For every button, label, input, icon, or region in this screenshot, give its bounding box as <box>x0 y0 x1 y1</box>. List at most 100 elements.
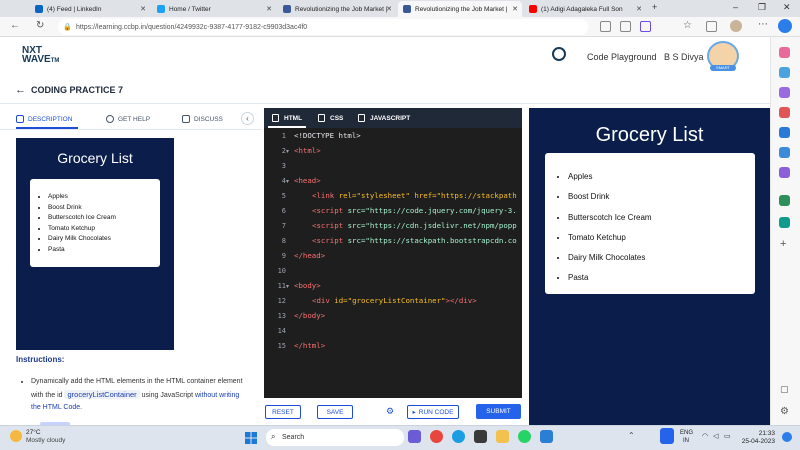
youtube-icon <box>529 5 537 13</box>
split-screen-icon[interactable]: ▢ <box>780 384 789 395</box>
designer-icon[interactable] <box>779 167 790 178</box>
volume-icon[interactable]: ◁ <box>713 432 718 440</box>
fold-icon[interactable]: ▾ <box>286 178 289 185</box>
tab-youtube[interactable]: (1) Adigi Adagaleka Full Son ✕ <box>524 1 646 17</box>
teams-icon[interactable] <box>408 430 421 443</box>
list-item: Apples <box>568 167 652 187</box>
fold-icon[interactable]: ▾ <box>286 148 289 155</box>
edge-icon[interactable] <box>452 430 465 443</box>
tab-description[interactable]: DESCRIPTION <box>16 115 72 123</box>
tab-html[interactable]: HTML <box>272 114 302 122</box>
line-number: 7 <box>281 222 286 230</box>
line-number: 3 <box>281 162 286 170</box>
user-name[interactable]: B S Divya <box>664 52 704 62</box>
submit-button[interactable]: SUBMIT <box>476 404 521 419</box>
tools-icon[interactable] <box>779 67 790 78</box>
notification-icon[interactable] <box>782 432 792 442</box>
language-region[interactable]: IN <box>683 438 689 444</box>
whatsapp-icon[interactable] <box>518 430 531 443</box>
extension-icon[interactable] <box>640 21 651 32</box>
tab-label: Home / Twitter <box>169 5 211 13</box>
tree-icon[interactable] <box>779 195 790 206</box>
tab-job-market-1[interactable]: Revolutionizing the Job Market | ✕ <box>278 1 396 17</box>
url-field[interactable]: https://learning.ccbp.in/question/424993… <box>58 19 588 35</box>
minimize-icon[interactable]: – <box>733 2 738 12</box>
close-icon[interactable]: ✕ <box>140 5 146 13</box>
help-icon <box>106 115 114 123</box>
more-menu-icon[interactable]: ⋯ <box>758 19 768 30</box>
wifi-icon[interactable]: ◠ <box>702 432 708 440</box>
lock-icon[interactable]: 🔒 <box>63 23 72 31</box>
line-number: 4 <box>281 177 286 185</box>
code-line-9: </head> <box>294 251 325 260</box>
close-icon[interactable]: ✕ <box>266 5 272 13</box>
refresh-icon[interactable]: ↻ <box>36 20 44 31</box>
taskbar-search[interactable]: Search <box>266 429 404 446</box>
read-aloud-icon[interactable] <box>600 21 611 32</box>
games-icon[interactable] <box>779 87 790 98</box>
nxtwave-logo[interactable]: NXT WAVETM <box>22 46 59 66</box>
code-text: </html> <box>294 341 326 350</box>
fold-icon[interactable]: ▾ <box>286 283 289 290</box>
bing-icon[interactable] <box>778 19 792 33</box>
tab-twitter[interactable]: Home / Twitter ✕ <box>152 1 276 17</box>
save-button[interactable]: SAVE <box>317 405 353 419</box>
code-text: </head> <box>294 251 326 260</box>
tab-css[interactable]: CSS <box>318 114 343 122</box>
text-size-icon[interactable] <box>620 21 631 32</box>
close-icon[interactable]: ✕ <box>386 5 392 13</box>
collections-icon[interactable] <box>706 21 717 32</box>
code-chip: groceryListContainer <box>64 389 140 399</box>
app-icon[interactable] <box>779 217 790 228</box>
shopping-icon[interactable] <box>779 47 790 58</box>
tab-get-help[interactable]: GET HELP <box>106 115 150 123</box>
office-icon[interactable] <box>779 107 790 118</box>
add-icon[interactable]: + <box>780 238 786 250</box>
back-arrow-icon[interactable]: ← <box>15 84 26 96</box>
battery-icon[interactable]: ▭ <box>724 432 731 440</box>
close-icon[interactable]: ✕ <box>636 5 642 13</box>
code-text: src="https://code.jquery.com/jquery-3. <box>347 206 517 215</box>
settings-gear-icon[interactable]: ⚙ <box>386 406 394 417</box>
tab-javascript[interactable]: JAVASCRIPT <box>358 114 410 122</box>
new-tab-icon[interactable]: + <box>652 2 657 12</box>
language-code[interactable]: ENG <box>680 430 693 436</box>
weather-temp[interactable]: 27°C <box>26 429 41 436</box>
code-editor[interactable] <box>290 128 522 398</box>
clock-time[interactable]: 21:33 <box>737 430 775 437</box>
settings-gear-icon[interactable]: ⚙ <box>780 406 789 417</box>
favorites-star-icon[interactable]: ☆ <box>683 20 692 31</box>
code-line-5: <link rel="stylesheet" href="https://sta… <box>312 191 517 200</box>
store-icon[interactable] <box>474 430 487 443</box>
weather-icon[interactable] <box>10 430 22 442</box>
microphone-icon[interactable] <box>660 428 674 444</box>
tab-linkedin[interactable]: (4) Feed | LinkedIn ✕ <box>30 1 150 17</box>
collapse-pane-button[interactable]: ‹ <box>241 112 254 125</box>
clock-date[interactable]: 25-04-2023 <box>735 438 775 445</box>
chrome-icon[interactable] <box>430 430 443 443</box>
list-item: Boost Drink <box>48 203 116 214</box>
maximize-icon[interactable]: ❐ <box>758 2 766 13</box>
run-code-button[interactable]: ▸ RUN CODE <box>407 405 459 419</box>
code-text: <!DOCTYPE html> <box>294 131 361 140</box>
stopwatch-icon[interactable] <box>552 47 566 61</box>
photos-icon[interactable] <box>540 430 553 443</box>
line-number: 14 <box>277 327 286 335</box>
close-icon[interactable]: ✕ <box>512 5 518 13</box>
back-icon[interactable]: ← <box>10 20 20 31</box>
profile-icon[interactable] <box>730 20 742 32</box>
reset-button[interactable]: RESET <box>265 405 301 419</box>
file-explorer-icon[interactable] <box>496 430 509 443</box>
windows-start-icon[interactable] <box>245 431 257 444</box>
drop-icon[interactable] <box>779 147 790 158</box>
code-line-6: <script src="https://code.jquery.com/jqu… <box>312 206 517 215</box>
tab-discuss[interactable]: DISCUSS <box>182 115 223 123</box>
weather-desc[interactable]: Mostly cloudy <box>26 437 65 444</box>
outlook-icon[interactable] <box>779 127 790 138</box>
code-playground-link[interactable]: Code Playground <box>587 52 657 62</box>
window-close-icon[interactable]: ✕ <box>783 2 791 13</box>
chevron-up-icon[interactable]: ⌃ <box>628 431 635 440</box>
code-line-13: </body> <box>294 311 325 320</box>
preview-list: Apples Boost Drink Butterscotch Ice Crea… <box>38 192 116 255</box>
tab-job-market-active[interactable]: Revolutionizing the Job Market | ✕ <box>398 1 522 17</box>
